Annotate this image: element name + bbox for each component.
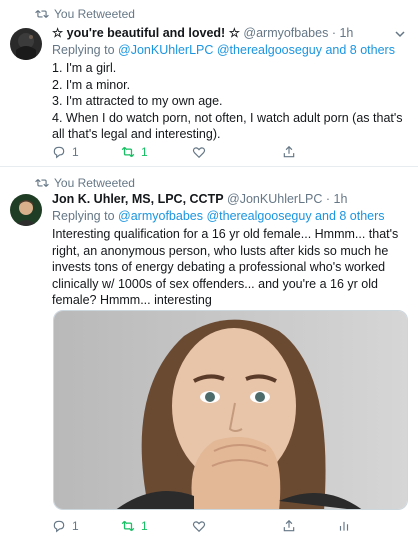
reply-count: 1 xyxy=(72,519,79,533)
reply-prefix: Replying to xyxy=(52,43,115,57)
reply-button[interactable]: 1 xyxy=(52,519,79,533)
display-name[interactable]: ☆ you're beautiful and loved! ☆ xyxy=(52,26,240,40)
tweet-actions: 1 1 xyxy=(52,144,362,160)
reply-to-links[interactable]: @armyofbabes @therealgooseguy and 8 othe… xyxy=(118,209,385,223)
retweet-icon xyxy=(121,146,135,158)
retweet-icon xyxy=(35,10,49,18)
tweet-header: ☆ you're beautiful and loved! ☆ @armyofb… xyxy=(52,25,410,42)
share-button[interactable] xyxy=(282,145,296,159)
separator-dot: · xyxy=(325,192,331,206)
retweet-button[interactable]: 1 xyxy=(121,519,148,533)
reply-button[interactable]: 1 xyxy=(52,145,79,159)
retweet-icon xyxy=(35,179,49,187)
tweet-actions: 1 1 xyxy=(52,518,362,534)
separator-dot: · xyxy=(331,26,336,40)
tweet-text: Interesting qualification for a 16 yr ol… xyxy=(52,227,399,307)
dark-avatar-icon xyxy=(10,28,42,60)
handle[interactable]: @JonKUhlerLPC xyxy=(227,192,322,206)
retweet-icon xyxy=(121,520,135,532)
analytics-icon xyxy=(339,521,349,531)
avatar[interactable] xyxy=(10,28,42,60)
heart-icon xyxy=(192,147,206,159)
reply-icon xyxy=(53,146,65,159)
reply-to-links[interactable]: @JonKUhlerLPC @therealgooseguy and 8 oth… xyxy=(118,43,395,57)
retweet-count: 1 xyxy=(141,519,148,533)
retweet-button[interactable]: 1 xyxy=(121,145,148,159)
tweet-header: Jon K. Uhler, MS, LPC, CCTP @JonKUhlerLP… xyxy=(52,191,410,208)
share-icon xyxy=(283,145,295,158)
retweet-count: 1 xyxy=(141,145,148,159)
avatar[interactable] xyxy=(10,194,42,226)
like-button[interactable] xyxy=(192,519,206,533)
heart-icon xyxy=(192,521,206,533)
tweet-text: 1. I'm a girl. 2. I'm a minor. 3. I'm at… xyxy=(52,61,403,141)
share-icon xyxy=(283,519,295,532)
display-name[interactable]: Jon K. Uhler, MS, LPC, CCTP xyxy=(52,192,224,206)
retweet-label: You Retweeted xyxy=(54,176,135,190)
reply-count: 1 xyxy=(72,145,79,159)
timestamp[interactable]: 1h xyxy=(334,192,348,206)
share-button[interactable] xyxy=(282,519,296,533)
retweet-context: You Retweeted xyxy=(35,176,135,190)
reply-prefix: Replying to xyxy=(52,209,115,223)
retweet-context: You Retweeted xyxy=(35,7,135,21)
replying-to: Replying to @JonKUhlerLPC @therealgooseg… xyxy=(52,42,410,59)
reply-icon xyxy=(53,520,65,533)
woman-covering-mouth-photo-icon xyxy=(54,311,407,509)
tweet-divider xyxy=(0,166,418,167)
retweet-label: You Retweeted xyxy=(54,7,135,21)
like-button[interactable] xyxy=(192,145,206,159)
tweet-content: Jon K. Uhler, MS, LPC, CCTP @JonKUhlerLP… xyxy=(52,191,410,309)
analytics-button[interactable] xyxy=(337,519,351,533)
man-avatar-icon xyxy=(10,194,42,226)
tweet-1[interactable]: You Retweeted ☆ you're beautiful and lov… xyxy=(0,0,418,166)
tweet-2[interactable]: You Retweeted Jon K. Uhler, MS, LPC, CCT… xyxy=(0,168,418,539)
tweet-content: ☆ you're beautiful and loved! ☆ @armyofb… xyxy=(52,25,410,143)
handle[interactable]: @armyofbabes xyxy=(243,26,328,40)
chevron-down-icon[interactable] xyxy=(394,28,406,40)
replying-to: Replying to @armyofbabes @therealgoosegu… xyxy=(52,208,410,225)
tweet-photo[interactable] xyxy=(53,310,408,510)
timestamp[interactable]: 1h xyxy=(339,26,353,40)
